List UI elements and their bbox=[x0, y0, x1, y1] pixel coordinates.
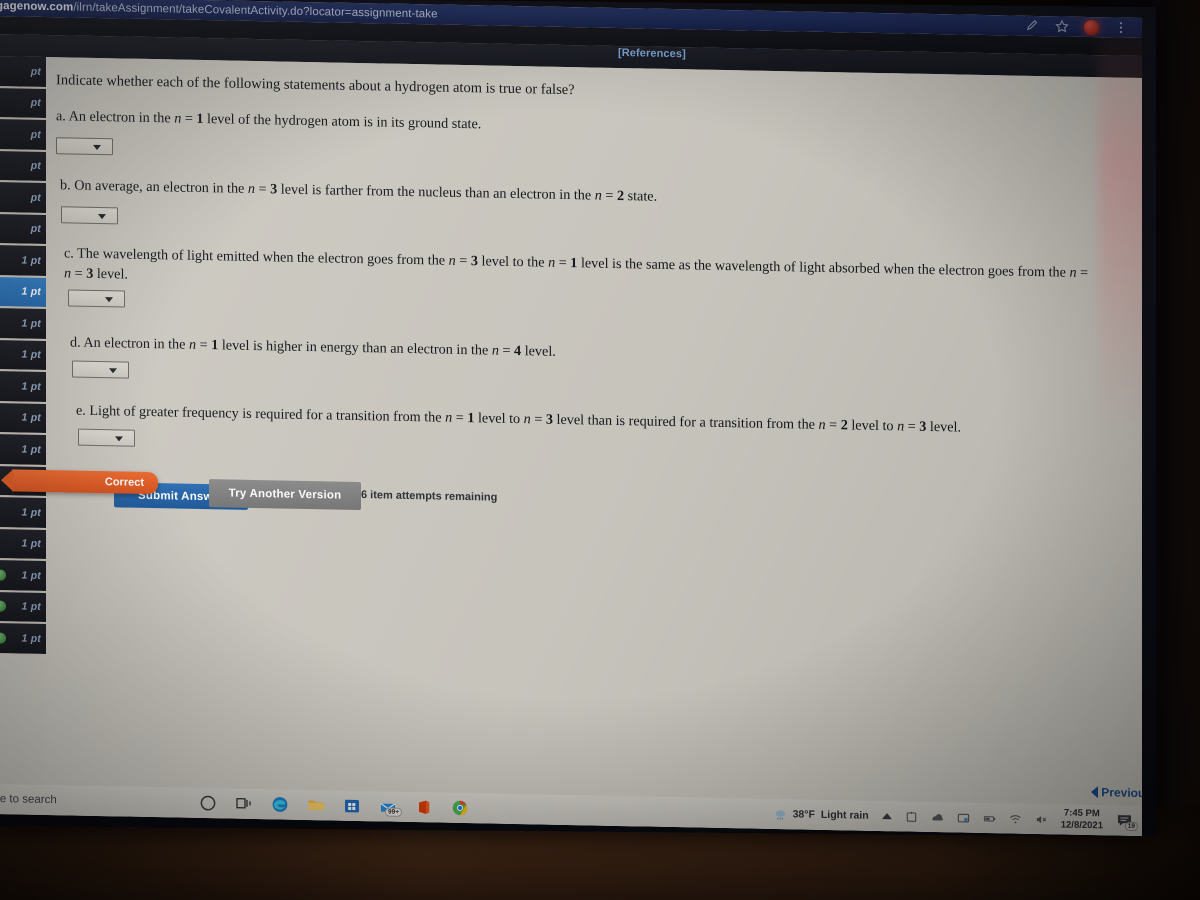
assignment-page: [References] pt pt pt pt pt pt 1 pt 1 pt 1 pt 1 p… bbox=[0, 16, 1142, 837]
chevron-up-icon[interactable] bbox=[881, 813, 892, 820]
sidebar-item-points[interactable]: 1 pt bbox=[0, 402, 46, 435]
sidebar-item-points[interactable]: 1 pt bbox=[0, 339, 46, 372]
dropdown-e[interactable] bbox=[78, 428, 135, 447]
sidebar-item-label: 1 pt bbox=[21, 411, 41, 425]
rain-cloud-icon bbox=[774, 807, 787, 820]
sidebar-item-label: 1 pt bbox=[21, 506, 41, 519]
office-icon[interactable] bbox=[415, 798, 433, 816]
sidebar-item-points[interactable]: 1 pt bbox=[0, 528, 46, 561]
dropdown-c[interactable] bbox=[68, 289, 125, 308]
system-tray: 38°F Light rain 7:45 PM 12/8/2021 19 bbox=[774, 799, 1138, 836]
chevron-left-icon bbox=[1091, 786, 1099, 799]
question-content: Indicate whether each of the following s… bbox=[12, 56, 1142, 837]
taskbar-search-input[interactable]: re to search bbox=[0, 793, 57, 806]
sidebar-item-points[interactable]: 1 pt bbox=[0, 308, 46, 341]
sidebar-item-points[interactable]: pt bbox=[0, 119, 46, 152]
sidebar-item-label: 1 pt bbox=[21, 569, 41, 582]
mail-icon[interactable]: 99+ bbox=[379, 798, 402, 817]
url-domain: gagenow.com bbox=[0, 0, 74, 14]
sidebar-item-label: pt bbox=[30, 222, 41, 236]
display-icon[interactable] bbox=[957, 811, 970, 824]
sidebar-item-points[interactable]: 1 pt bbox=[0, 623, 46, 656]
taskbar-clock[interactable]: 7:45 PM 12/8/2021 bbox=[1061, 808, 1103, 833]
dropdown-a[interactable] bbox=[56, 137, 113, 156]
volume-muted-icon[interactable] bbox=[1035, 812, 1048, 825]
sidebar-item-label: 1 pt bbox=[21, 317, 41, 330]
sidebar-item-points[interactable]: 1 pt bbox=[0, 434, 46, 467]
check-circle-icon bbox=[0, 632, 6, 644]
sidebar-item-label: 1 pt bbox=[21, 537, 41, 551]
previous-button-label: Previous bbox=[1101, 785, 1142, 801]
edit-icon[interactable] bbox=[1026, 19, 1040, 33]
sidebar-item-label: 1 pt bbox=[21, 443, 41, 456]
clock-date: 12/8/2021 bbox=[1060, 819, 1103, 832]
weather-temperature: 38°F bbox=[792, 808, 815, 821]
previous-button[interactable]: Previous bbox=[1091, 785, 1142, 800]
dropdown-b[interactable] bbox=[61, 206, 118, 225]
three-dot-menu-icon[interactable] bbox=[1114, 21, 1128, 35]
bookmark-star-icon[interactable] bbox=[1055, 19, 1069, 33]
dropdown-d[interactable] bbox=[72, 360, 129, 379]
sidebar-item-points[interactable]: pt bbox=[0, 56, 46, 89]
mail-badge-count: 99+ bbox=[384, 807, 402, 817]
file-explorer-icon[interactable] bbox=[307, 796, 325, 814]
sidebar-item-points[interactable]: 1 pt bbox=[0, 371, 46, 404]
clock-time: 7:45 PM bbox=[1063, 807, 1100, 820]
statement-c: c. The wavelength of light emitted when … bbox=[64, 245, 1089, 283]
onedrive-sync-icon[interactable] bbox=[905, 810, 918, 823]
check-circle-icon bbox=[0, 600, 6, 612]
taskbar-app-icons: 99+ bbox=[199, 788, 469, 823]
weather-widget[interactable]: 38°F Light rain bbox=[774, 807, 869, 822]
sidebar-item-label: 1 pt bbox=[21, 600, 41, 614]
edge-browser-icon[interactable] bbox=[271, 795, 289, 813]
sidebar-item-label: 1 pt bbox=[21, 254, 41, 267]
notification-center-icon[interactable]: 19 bbox=[1116, 813, 1138, 831]
sidebar-item-label: pt bbox=[30, 65, 41, 78]
sidebar-item-label: 1 pt bbox=[21, 632, 41, 645]
task-view-icon[interactable] bbox=[235, 795, 253, 813]
sidebar-item-label: 1 pt bbox=[21, 380, 41, 393]
weather-condition: Light rain bbox=[820, 808, 869, 822]
sidebar-item-label: pt bbox=[30, 96, 41, 110]
laptop-bezel: gagenow.com/ilrn/takeAssignment/takeCova… bbox=[0, 0, 1156, 838]
sidebar-item-points[interactable]: pt bbox=[0, 182, 46, 215]
sidebar-item-label: pt bbox=[30, 128, 41, 141]
laptop-screen: gagenow.com/ilrn/takeAssignment/takeCova… bbox=[0, 0, 1142, 837]
sidebar-item-points[interactable]: 1 pt bbox=[0, 497, 46, 530]
sidebar-item-label: pt bbox=[30, 159, 41, 173]
sidebar-item-points[interactable]: pt bbox=[0, 213, 46, 246]
sidebar-item-label: pt bbox=[30, 191, 41, 204]
sidebar-item-points[interactable]: 1 pt bbox=[0, 245, 46, 278]
try-another-version-button[interactable]: Try Another Version bbox=[209, 479, 361, 511]
profile-avatar[interactable] bbox=[1084, 19, 1099, 35]
battery-icon[interactable] bbox=[983, 811, 996, 824]
points-sidebar: pt pt pt pt pt pt 1 pt 1 pt 1 pt 1 pt 1 pt 1 pt 1 pt… bbox=[0, 56, 46, 797]
statement-d: d. An electron in the n = 1 level is hig… bbox=[70, 334, 556, 360]
cortana-circle-icon[interactable] bbox=[199, 794, 217, 812]
dropbox-icon[interactable] bbox=[931, 810, 944, 823]
sidebar-item-points[interactable]: pt bbox=[0, 87, 46, 120]
sidebar-item-label: 1 pt bbox=[21, 285, 41, 299]
sidebar-item-label: 1 pt bbox=[21, 348, 41, 362]
sidebar-item-points[interactable]: 1 pt bbox=[0, 560, 46, 593]
check-circle-icon bbox=[0, 569, 6, 581]
correct-status-banner: Correct bbox=[12, 469, 158, 495]
statement-a: a. An electron in the n = 1 level of the… bbox=[56, 108, 482, 133]
wifi-icon[interactable] bbox=[1009, 812, 1022, 825]
sidebar-item-points[interactable]: 1 pt bbox=[0, 276, 46, 309]
notification-count: 19 bbox=[1124, 821, 1138, 831]
chrome-browser-icon[interactable] bbox=[451, 799, 469, 817]
statement-b: b. On average, an electron in the n = 3 … bbox=[60, 177, 658, 205]
laptop-photo-background: gagenow.com/ilrn/takeAssignment/takeCova… bbox=[0, 0, 1200, 900]
statement-e: e. Light of greater frequency is require… bbox=[76, 402, 962, 436]
sidebar-item-points[interactable]: 1 pt bbox=[0, 591, 46, 624]
sidebar-item-points[interactable]: pt bbox=[0, 150, 46, 183]
microsoft-store-icon[interactable] bbox=[343, 797, 361, 815]
question-prompt: Indicate whether each of the following s… bbox=[56, 72, 575, 99]
browser-toolbar-icons bbox=[1026, 16, 1128, 38]
references-link[interactable]: [References] bbox=[618, 47, 686, 60]
attempts-remaining-text: 6 item attempts remaining bbox=[361, 489, 498, 504]
